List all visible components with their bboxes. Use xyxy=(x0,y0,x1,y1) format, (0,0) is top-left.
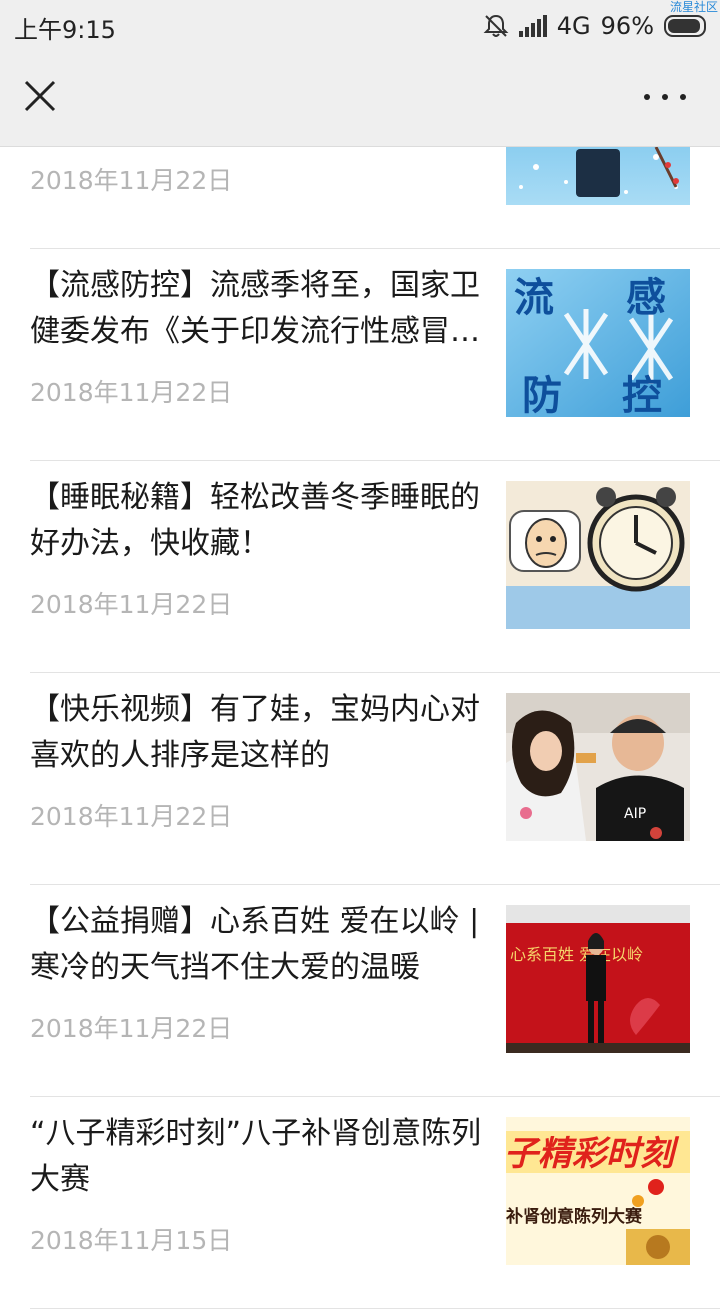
mute-bell-icon xyxy=(483,14,509,37)
article-thumbnail-contest: 子精彩时刻 补肾创意陈列大赛 xyxy=(506,1117,690,1265)
status-bar: 上午9:15 流星社区 4G 96% xyxy=(0,0,720,52)
article-date: 2018年11月22日 xyxy=(30,1014,233,1043)
close-icon xyxy=(24,80,56,112)
thumb-caption: 子精彩时刻 xyxy=(506,1134,680,1174)
article-thumbnail-charity: 心系百姓 爱在以岭 xyxy=(506,905,690,1053)
list-item[interactable]: “八子精彩时刻”八子补肾创意陈列大赛 2018年11月15日 子精彩时刻 补肾创… xyxy=(30,1097,720,1309)
close-button[interactable] xyxy=(22,78,58,114)
article-date: 2018年11月15日 xyxy=(30,1226,233,1255)
thumb-caption: 心系百姓 爱在以岭 xyxy=(510,945,643,964)
thumb-caption: 补肾创意陈列大赛 xyxy=(506,1206,643,1227)
more-icon xyxy=(644,94,650,100)
status-indicators: 4G 96% xyxy=(483,10,706,42)
article-date: 2018年11月22日 xyxy=(30,378,233,407)
thumb-char: 感 xyxy=(626,275,666,321)
article-date: 2018年11月22日 xyxy=(30,802,233,831)
thumb-char: 流 xyxy=(514,275,554,321)
list-item[interactable]: 【睡眠秘籍】轻松改善冬季睡眠的好办法，快收藏！ 2018年11月22日 xyxy=(30,461,720,673)
article-date: 2018年11月22日 xyxy=(30,590,233,619)
signal-icon xyxy=(518,15,547,37)
article-title: 【快乐视频】有了娃，宝妈内心对喜欢的人排序是这样的 xyxy=(30,692,480,773)
battery-percent: 96% xyxy=(600,12,654,40)
more-button[interactable] xyxy=(644,90,686,104)
battery-icon xyxy=(664,15,706,37)
article-title: 【睡眠秘籍】轻松改善冬季睡眠的好办法，快收藏！ xyxy=(30,480,480,561)
article-title: 【流感防控】流感季将至，国家卫健委发布《关于印发流行性感冒诊疗方案》 xyxy=(30,268,480,349)
article-date: 2018年11月22日 xyxy=(30,166,233,195)
list-item[interactable]: 【流感防控】流感季将至，国家卫健委发布《关于印发流行性感冒诊疗方案》 2018年… xyxy=(30,249,720,461)
article-thumbnail-sleep xyxy=(506,481,690,629)
svg-text:AIP: AIP xyxy=(624,806,646,822)
thumb-char: 防 xyxy=(522,373,562,417)
status-time: 上午9:15 xyxy=(14,16,116,44)
article-thumbnail-flu: 流 感 防 控 xyxy=(506,269,690,417)
article-list: 2018年11月22日 【流感防控】流感季将至，国家卫健委发布《关于印发流行性感… xyxy=(0,0,720,1309)
network-type: 4G xyxy=(556,12,591,40)
article-title: “八子精彩时刻”八子补肾创意陈列大赛 xyxy=(30,1116,482,1197)
article-title: 【公益捐赠】心系百姓 爱在以岭 | 寒冷的天气挡不住大爱的温暖 xyxy=(30,904,480,985)
list-item[interactable]: 【快乐视频】有了娃，宝妈内心对喜欢的人排序是这样的 2018年11月22日 AI… xyxy=(30,673,720,885)
thumb-char: 控 xyxy=(622,373,662,417)
article-thumbnail-video: AIP xyxy=(506,693,690,841)
list-item[interactable]: 【公益捐赠】心系百姓 爱在以岭 | 寒冷的天气挡不住大爱的温暖 2018年11月… xyxy=(30,885,720,1097)
title-bar xyxy=(0,52,720,147)
